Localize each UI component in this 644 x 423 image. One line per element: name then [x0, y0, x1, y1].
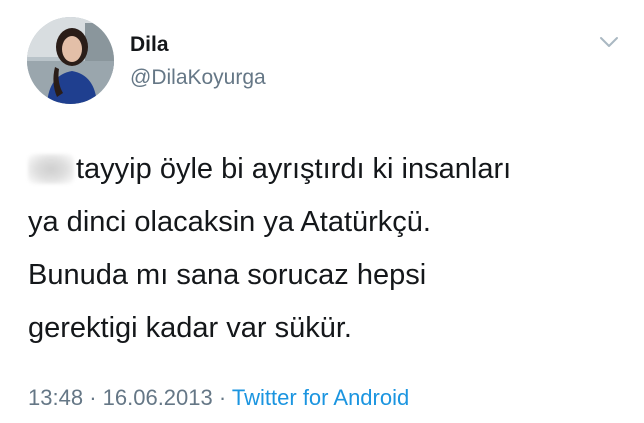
- avatar[interactable]: [27, 17, 114, 104]
- tweet-line: ya dinci olacaksin ya Atatürkçü.: [28, 206, 431, 238]
- tweet-card: Dila @DilaKoyurga tayyip öyle bi ayrıştı…: [0, 0, 644, 423]
- user-handle[interactable]: @DilaKoyurga: [130, 66, 266, 90]
- tweet-text: tayyip öyle bi ayrıştırdı ki insanları y…: [28, 143, 628, 355]
- tweet-source-link[interactable]: Twitter for Android: [232, 385, 409, 410]
- chevron-down-icon[interactable]: [598, 34, 620, 50]
- tweet-line: gerektigi kadar var sükür.: [28, 312, 352, 344]
- tweet-line: Bunuda mı sana sorucaz hepsi: [28, 259, 427, 291]
- tweet-line: tayyip öyle bi ayrıştırdı ki insanları: [28, 143, 628, 196]
- blurred-redaction: [28, 154, 74, 184]
- tweet-line-text: tayyip öyle bi ayrıştırdı ki insanları: [76, 153, 512, 185]
- avatar-photo: [27, 17, 114, 104]
- meta-separator: ·: [89, 385, 97, 410]
- meta-separator: ·: [218, 385, 227, 410]
- tweet-time[interactable]: 13:48: [28, 385, 83, 410]
- tweet-date[interactable]: 16.06.2013: [103, 385, 213, 410]
- display-name[interactable]: Dila: [130, 33, 169, 57]
- tweet-metadata: 13:48 · 16.06.2013 · Twitter for Android: [28, 385, 409, 411]
